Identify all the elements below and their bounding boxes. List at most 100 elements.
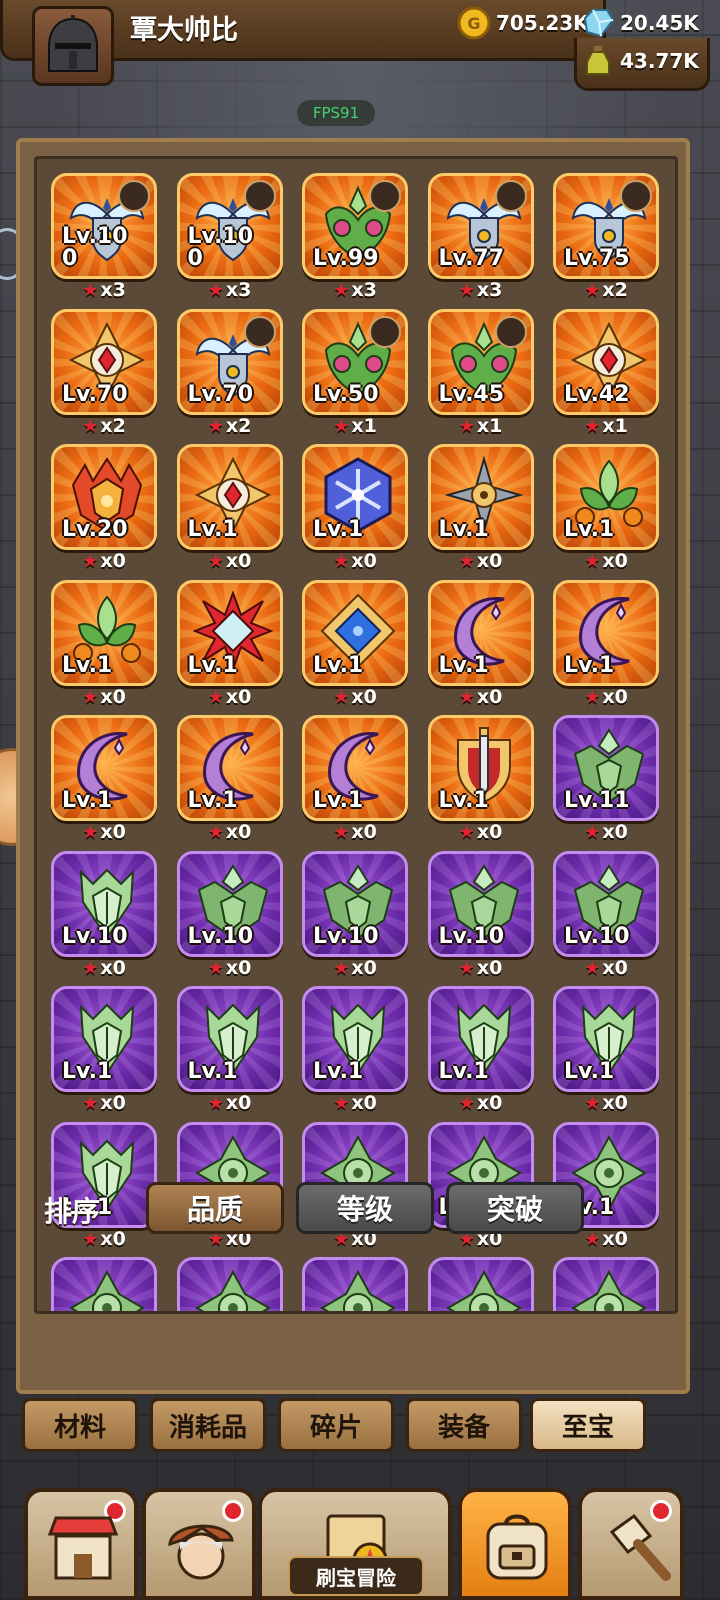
treasure-tile[interactable]: Lv.77: [427, 173, 534, 279]
treasure-tile[interactable]: Lv.1: [302, 579, 408, 686]
treasure-tile[interactable]: Lv.42: [553, 308, 659, 415]
tab-consumables[interactable]: 消耗品: [150, 1398, 266, 1452]
treasure-item[interactable]: [51, 1257, 161, 1311]
tab-materials[interactable]: 材料: [22, 1398, 138, 1452]
treasure-tile[interactable]: Lv.1: [176, 986, 283, 1092]
treasure-tile[interactable]: Lv.50: [302, 308, 408, 415]
treasure-item[interactable]: Lv.1★x0: [427, 579, 538, 710]
treasure-tile[interactable]: [176, 1257, 283, 1311]
treasure-tile[interactable]: Lv.70: [51, 308, 157, 415]
treasure-tile[interactable]: [302, 1257, 408, 1311]
treasure-item[interactable]: Lv.10 ★ x0: [51, 850, 161, 981]
treasure-tile[interactable]: Lv.1: [302, 444, 408, 550]
treasure-item[interactable]: Lv.1★x0: [302, 715, 412, 845]
treasure-item[interactable]: Lv.20 ★ x0: [51, 444, 161, 574]
item-grid-viewport[interactable]: Lv.10 0 ★ x3 Lv.10 0 ★ x3 Lv.99 ★ x3 Lv.77 ★ x3 Lv.7…: [34, 156, 678, 1314]
treasure-tile[interactable]: Lv.1: [553, 986, 659, 1092]
treasure-tile[interactable]: [51, 1257, 157, 1311]
gold-counter[interactable]: G 705.23K: [456, 6, 589, 40]
treasure-item[interactable]: Lv.10 ★ x0: [302, 850, 412, 981]
tab-equipment[interactable]: 装备: [406, 1398, 522, 1452]
treasure-tile[interactable]: [427, 1257, 534, 1311]
treasure-item[interactable]: Lv.10 0 ★ x3: [176, 173, 287, 303]
treasure-tile[interactable]: Lv.1: [176, 715, 283, 821]
treasure-tile[interactable]: Lv.99: [302, 173, 408, 279]
treasure-item[interactable]: Lv.1★x0: [176, 579, 287, 710]
treasure-item[interactable]: Lv.75 ★ x2: [553, 173, 663, 303]
treasure-tile[interactable]: Lv.1: [427, 986, 534, 1092]
treasure-item[interactable]: [176, 1257, 287, 1311]
treasure-item[interactable]: Lv.10 0 ★ x3: [51, 173, 161, 303]
treasure-item[interactable]: Lv.1★x0: [176, 444, 287, 574]
potion-counter[interactable]: 43.77K: [580, 44, 699, 78]
treasure-item[interactable]: Lv.1★x0: [176, 715, 287, 845]
treasure-tile[interactable]: Lv.1: [176, 444, 283, 550]
treasure-item[interactable]: Lv.70 ★ x2: [176, 308, 287, 439]
treasure-item[interactable]: Lv.99 ★ x3: [302, 173, 412, 303]
treasure-tile[interactable]: Lv.10 0: [51, 173, 157, 279]
nav-inventory[interactable]: [458, 1488, 572, 1600]
treasure-item[interactable]: Lv.1★x0: [553, 579, 663, 710]
treasure-item[interactable]: Lv.1★x0: [51, 715, 161, 845]
tab-treasure[interactable]: 至宝: [530, 1398, 646, 1452]
treasure-tile[interactable]: Lv.1: [51, 579, 157, 686]
treasure-tile[interactable]: Lv.1: [427, 579, 534, 686]
treasure-item[interactable]: Lv.1★x0: [427, 444, 538, 574]
treasure-item[interactable]: Lv.1★x0: [427, 986, 538, 1116]
treasure-item[interactable]: Lv.1★x0: [302, 444, 412, 574]
treasure-tile[interactable]: Lv.10 0: [176, 173, 283, 279]
sort-level-button[interactable]: 等级: [296, 1182, 434, 1234]
treasure-tile[interactable]: Lv.45: [427, 308, 534, 415]
treasure-item[interactable]: Lv.1★x0: [553, 444, 663, 574]
nav-hero[interactable]: [142, 1488, 256, 1600]
gem-counter[interactable]: 20.45K: [580, 6, 699, 40]
treasure-item[interactable]: Lv.11 ★ x0: [553, 715, 663, 845]
nav-shop[interactable]: [24, 1488, 138, 1600]
treasure-item[interactable]: Lv.1★x0: [553, 986, 663, 1116]
equipped-hero-avatar: [369, 180, 401, 212]
player-avatar[interactable]: [32, 6, 114, 86]
treasure-item[interactable]: Lv.1★x0: [51, 579, 161, 710]
treasure-tile[interactable]: Lv.10: [553, 850, 659, 957]
treasure-tile[interactable]: Lv.1: [302, 986, 408, 1092]
treasure-item[interactable]: [302, 1257, 412, 1311]
tab-fragments[interactable]: 碎片: [278, 1398, 394, 1452]
treasure-item[interactable]: Lv.1★x0: [51, 986, 161, 1116]
treasure-tile[interactable]: Lv.1: [427, 444, 534, 550]
treasure-tile[interactable]: Lv.20: [51, 444, 157, 550]
treasure-tile[interactable]: Lv.10: [302, 850, 408, 957]
treasure-item[interactable]: Lv.1★x0: [302, 579, 412, 710]
sort-quality-button[interactable]: 品质: [146, 1182, 284, 1234]
treasure-tile[interactable]: Lv.10: [427, 850, 534, 957]
treasure-tile[interactable]: Lv.1: [553, 579, 659, 686]
item-level: Lv.77: [438, 246, 505, 271]
treasure-item[interactable]: Lv.70 ★ x2: [51, 308, 161, 439]
treasure-item[interactable]: [553, 1257, 663, 1311]
treasure-tile[interactable]: Lv.1: [302, 715, 408, 821]
treasure-item[interactable]: Lv.42 ★ x1: [553, 308, 663, 439]
treasure-item[interactable]: Lv.10 ★ x0: [427, 850, 538, 981]
treasure-item[interactable]: Lv.45 ★ x1: [427, 308, 538, 439]
treasure-tile[interactable]: [553, 1257, 659, 1311]
treasure-tile[interactable]: Lv.1: [176, 579, 283, 686]
treasure-tile[interactable]: Lv.1: [51, 715, 157, 821]
treasure-tile[interactable]: Lv.10: [176, 850, 283, 957]
treasure-item[interactable]: Lv.10 ★ x0: [553, 850, 663, 981]
treasure-tile[interactable]: Lv.10: [51, 850, 157, 957]
treasure-tile[interactable]: Lv.70: [176, 308, 283, 415]
treasure-item[interactable]: Lv.1★x0: [302, 986, 412, 1116]
sort-breakthrough-button[interactable]: 突破: [446, 1182, 584, 1234]
treasure-tile[interactable]: Lv.1: [51, 986, 157, 1092]
nav-forge[interactable]: [578, 1488, 684, 1600]
treasure-tile[interactable]: Lv.1: [427, 715, 534, 821]
treasure-item[interactable]: Lv.1★x0: [427, 715, 538, 845]
treasure-item[interactable]: Lv.77 ★ x3: [427, 173, 538, 303]
treasure-item[interactable]: Lv.10 ★ x0: [176, 850, 287, 981]
treasure-item[interactable]: Lv.1★x0: [51, 1121, 161, 1252]
treasure-item[interactable]: [427, 1257, 538, 1311]
treasure-item[interactable]: Lv.50 ★ x1: [302, 308, 412, 439]
treasure-tile[interactable]: Lv.1: [553, 444, 659, 550]
treasure-tile[interactable]: Lv.11: [553, 715, 659, 821]
treasure-tile[interactable]: Lv.75: [553, 173, 659, 279]
treasure-item[interactable]: Lv.1★x0: [176, 986, 287, 1116]
